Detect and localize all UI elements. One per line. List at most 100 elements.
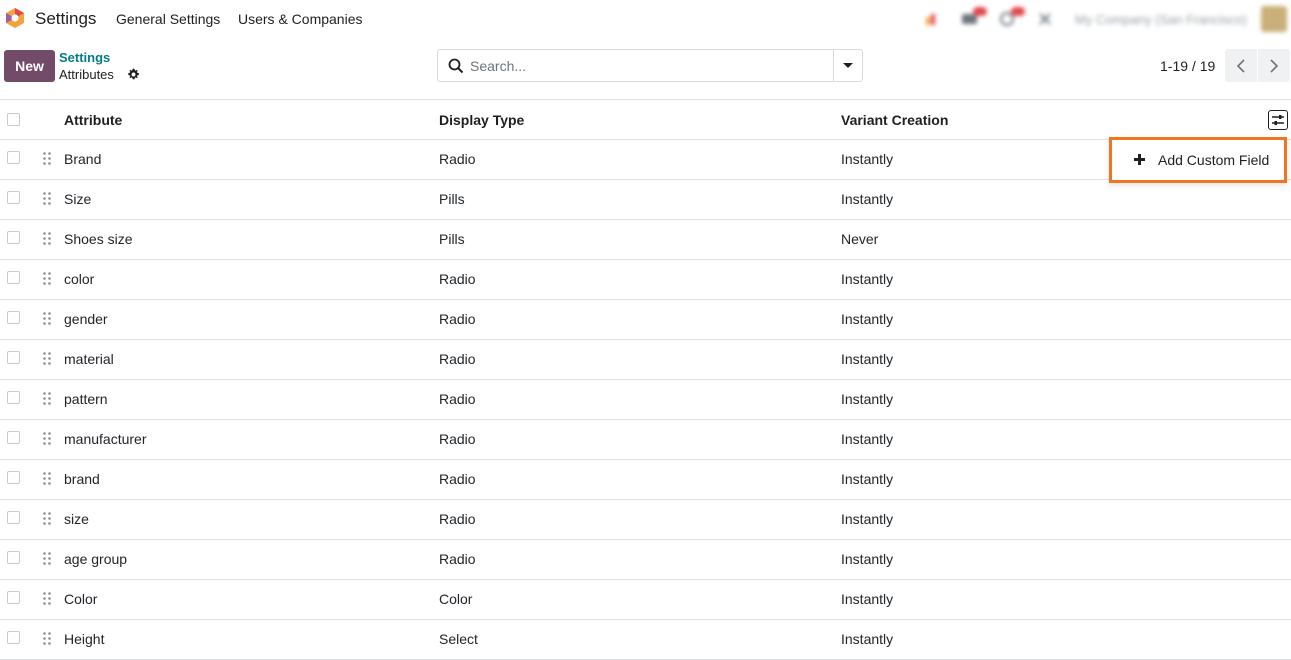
table-row[interactable]: Brand Radio Instantly [0, 140, 1291, 180]
cell-variant-creation: Instantly [841, 351, 894, 367]
pager-next-button[interactable] [1258, 49, 1290, 82]
cell-display-type: Radio [439, 151, 476, 167]
menu-users-companies[interactable]: Users & Companies [238, 11, 363, 27]
drag-handle-icon[interactable] [43, 512, 51, 525]
cell-variant-creation: Instantly [841, 471, 894, 487]
list-header: Attribute Display Type Variant Creation [0, 99, 1291, 140]
row-checkbox[interactable] [7, 471, 20, 484]
breadcrumb-current: Attributes [59, 67, 114, 82]
table-row[interactable]: manufacturer Radio Instantly [0, 420, 1291, 460]
select-all-checkbox[interactable] [7, 113, 20, 126]
cell-display-type: Radio [439, 311, 476, 327]
drag-handle-icon[interactable] [43, 392, 51, 405]
caret-down-icon [843, 63, 853, 68]
cell-display-type: Pills [439, 231, 465, 247]
cell-variant-creation: Instantly [841, 511, 894, 527]
clock-icon[interactable] [999, 7, 1026, 27]
cell-variant-creation: Instantly [841, 271, 894, 287]
pager-previous-button[interactable] [1225, 49, 1257, 82]
chevron-left-icon [1236, 58, 1245, 73]
cell-variant-creation: Instantly [841, 631, 894, 647]
gear-icon[interactable] [127, 68, 140, 81]
activity-icon[interactable] [923, 11, 943, 27]
cell-attribute: Brand [64, 151, 102, 167]
cell-attribute: brand [64, 471, 100, 487]
row-checkbox[interactable] [7, 311, 20, 324]
table-row[interactable]: brand Radio Instantly [0, 460, 1291, 500]
table-row[interactable]: gender Radio Instantly [0, 300, 1291, 340]
cell-attribute: pattern [64, 391, 108, 407]
row-checkbox[interactable] [7, 191, 20, 204]
user-avatar[interactable] [1261, 6, 1287, 32]
table-row[interactable]: Color Color Instantly [0, 580, 1291, 620]
table-row[interactable]: material Radio Instantly [0, 340, 1291, 380]
add-custom-field-item[interactable]: Add Custom Field [1112, 140, 1284, 180]
pager-value[interactable]: 1-19 / 19 [1160, 58, 1215, 74]
new-button[interactable]: New [4, 50, 55, 82]
row-checkbox[interactable] [7, 231, 20, 244]
row-checkbox[interactable] [7, 151, 20, 164]
cell-display-type: Radio [439, 351, 476, 367]
switch-company-icon[interactable] [1037, 11, 1057, 27]
search-input[interactable] [470, 50, 830, 81]
list-body: Brand Radio Instantly Size Pills Instantly Sho… [0, 140, 1291, 660]
table-row[interactable]: size Radio Instantly [0, 500, 1291, 540]
drag-handle-icon[interactable] [43, 632, 51, 645]
drag-handle-icon[interactable] [43, 312, 51, 325]
row-checkbox[interactable] [7, 391, 20, 404]
cell-attribute: size [64, 511, 89, 527]
drag-handle-icon[interactable] [43, 552, 51, 565]
cell-attribute: age group [64, 551, 128, 567]
cell-attribute: Size [64, 191, 92, 207]
drag-handle-icon[interactable] [43, 432, 51, 445]
app-name[interactable]: Settings [35, 9, 96, 29]
drag-handle-icon[interactable] [43, 472, 51, 485]
optional-columns-toggle[interactable] [1268, 110, 1288, 130]
row-checkbox[interactable] [7, 631, 20, 644]
table-row[interactable]: color Radio Instantly [0, 260, 1291, 300]
drag-handle-icon[interactable] [43, 272, 51, 285]
row-checkbox[interactable] [7, 511, 20, 524]
cell-attribute: color [64, 271, 95, 287]
breadcrumb-settings[interactable]: Settings [59, 50, 110, 65]
chevron-right-icon [1270, 58, 1279, 73]
search-options-toggle[interactable] [833, 50, 862, 81]
drag-handle-icon[interactable] [43, 152, 51, 165]
drag-handle-icon[interactable] [43, 352, 51, 365]
search-box [437, 49, 863, 82]
activity-badge [1011, 7, 1026, 16]
cell-variant-creation: Instantly [841, 151, 894, 167]
cell-display-type: Pills [439, 191, 465, 207]
column-header-variant-creation[interactable]: Variant Creation [841, 112, 948, 128]
row-checkbox[interactable] [7, 551, 20, 564]
cell-variant-creation: Never [841, 231, 879, 247]
cell-display-type: Color [439, 591, 473, 607]
company-switcher[interactable]: My Company (San Francisco) [1075, 12, 1247, 27]
chat-icon[interactable] [961, 7, 988, 27]
add-custom-field-label: Add Custom Field [1158, 152, 1270, 168]
cell-attribute: Height [64, 631, 105, 647]
app-logo-icon[interactable] [4, 7, 26, 29]
row-checkbox[interactable] [7, 431, 20, 444]
table-row[interactable]: Height Select Instantly [0, 620, 1291, 660]
search-icon [448, 58, 464, 74]
row-checkbox[interactable] [7, 591, 20, 604]
row-checkbox[interactable] [7, 271, 20, 284]
column-header-attribute[interactable]: Attribute [64, 112, 122, 128]
cell-variant-creation: Instantly [841, 191, 894, 207]
drag-handle-icon[interactable] [43, 592, 51, 605]
drag-handle-icon[interactable] [43, 192, 51, 205]
cell-display-type: Radio [439, 391, 476, 407]
table-row[interactable]: pattern Radio Instantly [0, 380, 1291, 420]
cell-attribute: Shoes size [64, 231, 133, 247]
table-row[interactable]: Size Pills Instantly [0, 180, 1291, 220]
cell-variant-creation: Instantly [841, 591, 894, 607]
table-row[interactable]: age group Radio Instantly [0, 540, 1291, 580]
table-row[interactable]: Shoes size Pills Never [0, 220, 1291, 260]
row-checkbox[interactable] [7, 351, 20, 364]
cell-display-type: Radio [439, 511, 476, 527]
column-header-display-type[interactable]: Display Type [439, 112, 524, 128]
menu-general-settings[interactable]: General Settings [116, 11, 220, 27]
drag-handle-icon[interactable] [43, 232, 51, 245]
cell-variant-creation: Instantly [841, 431, 894, 447]
